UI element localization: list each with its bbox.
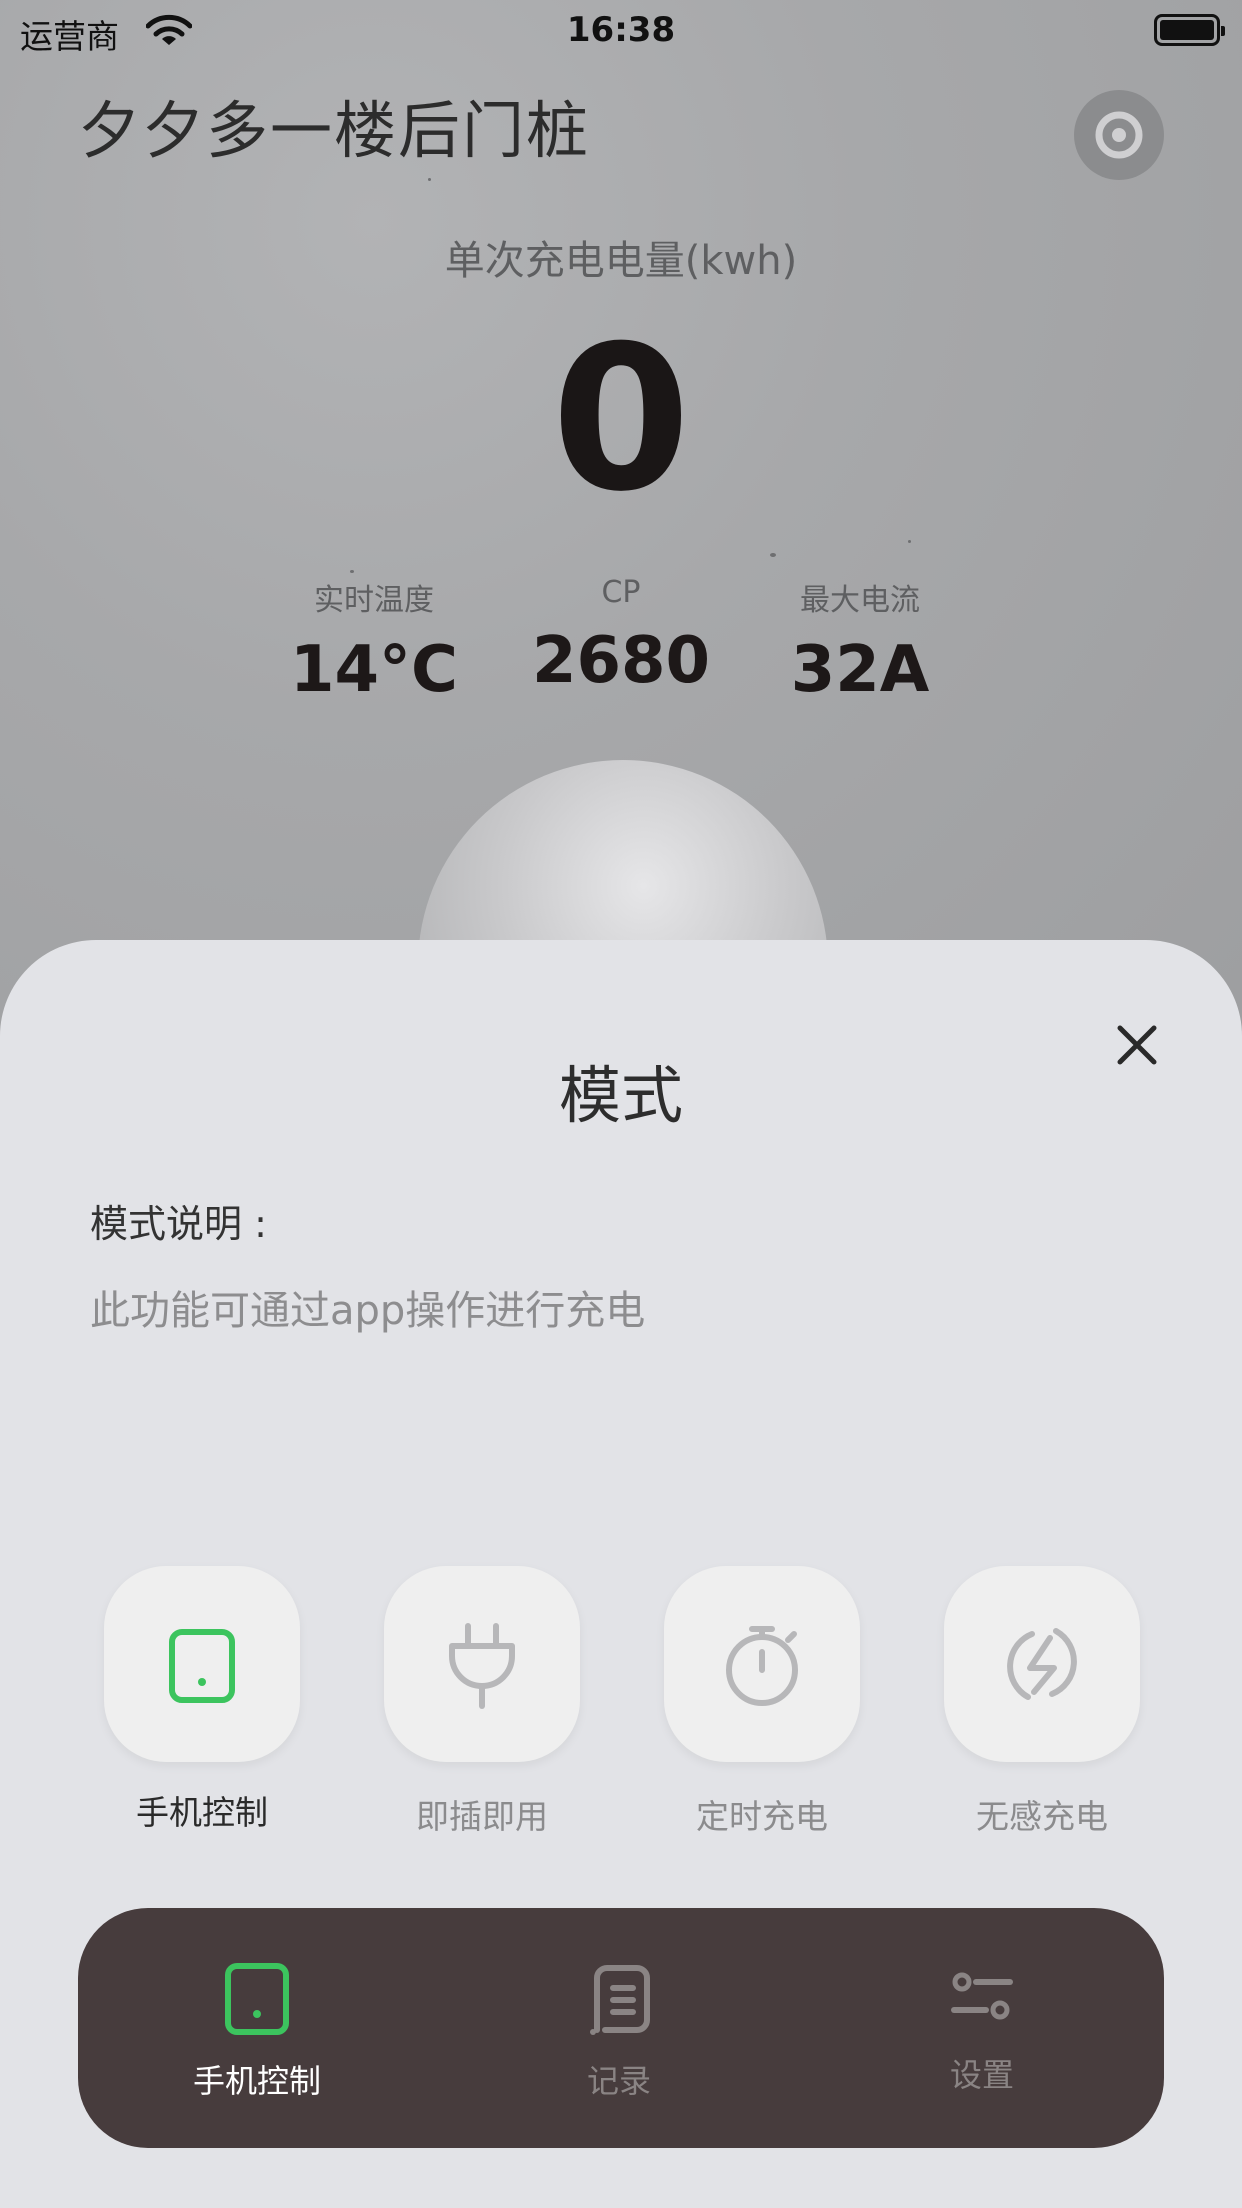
stat-value: 32A bbox=[790, 633, 930, 707]
mode-seamless-charging[interactable]: 无感充电 bbox=[944, 1566, 1140, 1838]
stat-label: 实时温度 bbox=[314, 583, 434, 618]
stat-value: 14°C bbox=[289, 633, 459, 707]
energy-label: 单次充电电量(kwh) bbox=[444, 238, 798, 284]
mode-label: 即插即用 bbox=[416, 1797, 548, 1836]
phone-icon bbox=[169, 1629, 235, 1703]
stat-label: CP bbox=[601, 575, 641, 610]
mode-scheduled-charging[interactable]: 定时充电 bbox=[664, 1566, 860, 1838]
status-bar: 运营商 16:38 bbox=[0, 0, 1242, 62]
mode-phone-control[interactable]: 手机控制 bbox=[104, 1566, 300, 1834]
mode-label: 定时充电 bbox=[696, 1797, 828, 1836]
stopwatch-icon bbox=[726, 1626, 798, 1706]
plug-icon bbox=[449, 1623, 515, 1709]
mode-tile[interactable] bbox=[664, 1566, 860, 1762]
tab-phone-control[interactable]: 手机控制 bbox=[157, 1960, 357, 2102]
sliders-icon bbox=[951, 1972, 1013, 2020]
target-icon bbox=[1095, 111, 1143, 159]
mode-label: 手机控制 bbox=[136, 1793, 268, 1832]
mode-description-text: 此功能可通过app操作进行充电 bbox=[90, 1288, 646, 1334]
mode-description-label: 模式说明 : bbox=[90, 1202, 267, 1246]
tab-label: 记录 bbox=[586, 2062, 651, 2100]
sheet-title: 模式 bbox=[558, 1059, 683, 1132]
tab-settings[interactable]: 设置 bbox=[882, 1960, 1082, 2096]
battery-icon bbox=[1154, 14, 1225, 46]
station-name: 夕夕多一楼后门桩 bbox=[78, 94, 591, 167]
tab-label: 手机控制 bbox=[192, 2062, 321, 2100]
record-list-icon bbox=[590, 1965, 650, 2035]
bottom-tab-bar: 手机控制 记录 设置 bbox=[78, 1908, 1164, 2148]
lightning-circle-icon bbox=[1007, 1628, 1077, 1700]
mode-tile[interactable] bbox=[104, 1566, 300, 1762]
stat-cp: CP 2680 bbox=[501, 575, 741, 696]
mode-tile[interactable] bbox=[384, 1566, 580, 1762]
stat-label: 最大电流 bbox=[800, 583, 920, 618]
stat-max-current: 最大电流 32A bbox=[740, 575, 980, 705]
tab-records[interactable]: 记录 bbox=[519, 1960, 719, 2102]
energy-value: 0 bbox=[551, 303, 691, 536]
mode-label: 无感充电 bbox=[976, 1797, 1108, 1836]
mode-plug-and-play[interactable]: 即插即用 bbox=[384, 1566, 580, 1838]
status-time: 16:38 bbox=[566, 10, 676, 50]
phone-icon bbox=[225, 1963, 289, 2035]
tab-label: 设置 bbox=[949, 2056, 1014, 2094]
mode-tile[interactable] bbox=[944, 1566, 1140, 1762]
stat-value: 2680 bbox=[531, 624, 711, 698]
target-button[interactable] bbox=[1074, 90, 1164, 180]
stat-temperature: 实时温度 14°C bbox=[254, 575, 494, 705]
